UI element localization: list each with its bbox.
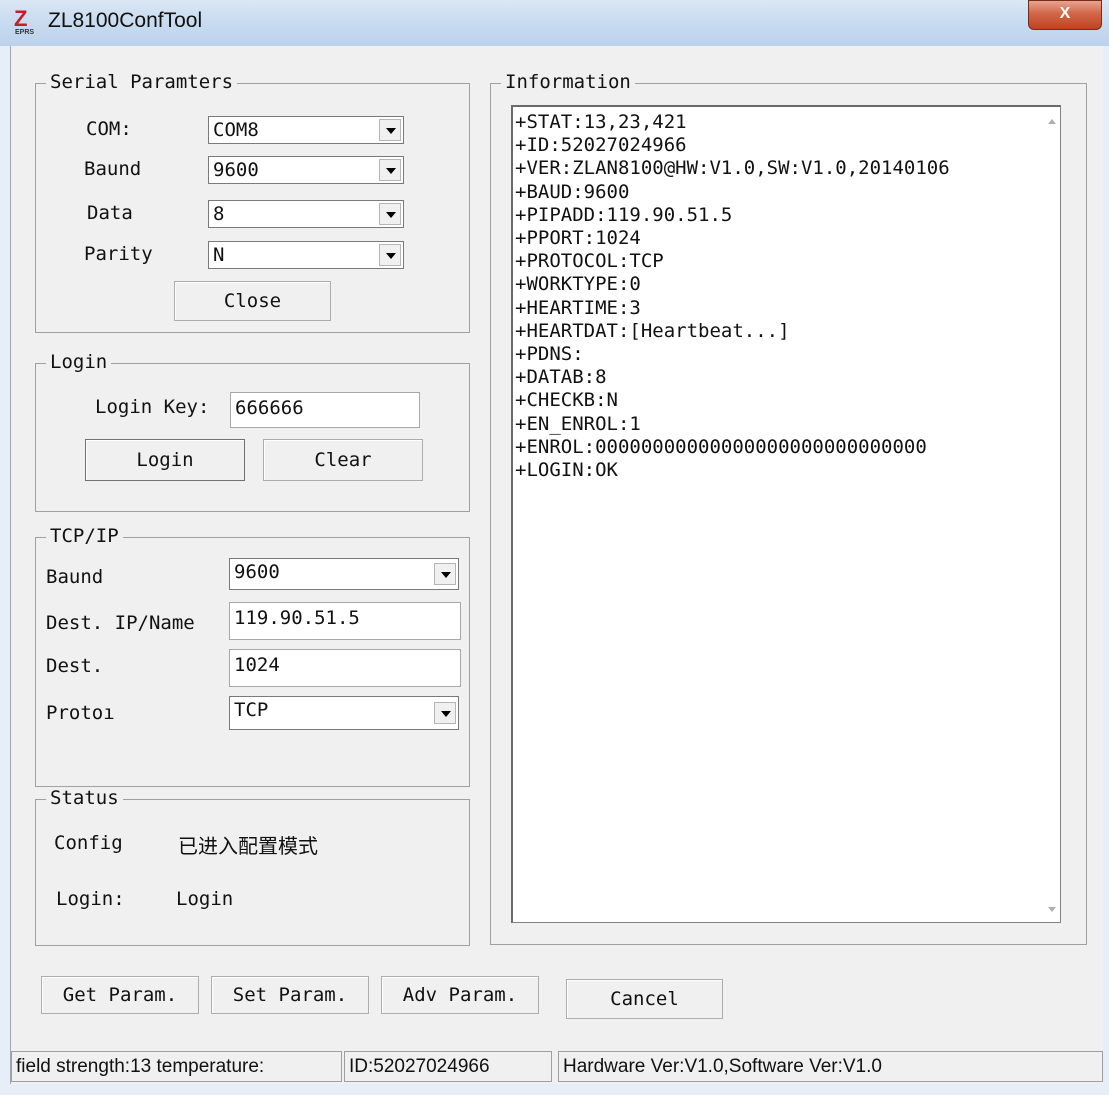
scroll-down-icon[interactable] xyxy=(1048,907,1056,912)
dest-ip-input[interactable]: 119.90.51.5 xyxy=(229,602,461,640)
chevron-down-icon[interactable] xyxy=(434,702,456,724)
protocol-label: Protoı xyxy=(46,702,115,724)
set-param-button[interactable]: Set Param. xyxy=(211,976,369,1014)
serial-baud-value: 9600 xyxy=(213,159,259,181)
info-line: +HEARTDAT:[Heartbeat...] xyxy=(515,319,790,342)
com-select[interactable]: COM8 xyxy=(208,116,404,144)
info-line: +WORKTYPE:0 xyxy=(515,273,641,296)
device-id-panel: ID:52027024966 xyxy=(344,1051,552,1082)
cancel-button[interactable]: Cancel xyxy=(566,979,723,1019)
tcp-baud-value: 9600 xyxy=(234,561,280,583)
login-key-input[interactable]: 666666 xyxy=(230,392,420,428)
protocol-select[interactable]: TCP xyxy=(229,696,459,730)
serial-baud-select[interactable]: 9600 xyxy=(208,156,404,184)
info-line: +DATAB:8 xyxy=(515,366,607,389)
window-title: ZL8100ConfTool xyxy=(48,9,203,32)
info-line: +VER:ZLAN8100@HW:V1.0,SW:V1.0,20140106 xyxy=(515,157,950,180)
dest-port-input[interactable]: 1024 xyxy=(229,649,461,687)
info-line: +BAUD:9600 xyxy=(515,180,630,203)
login-status-value: Login xyxy=(176,888,234,910)
info-line: +PROTOCOL:TCP xyxy=(515,250,664,273)
status-legend: Status xyxy=(46,787,123,809)
tcpip-group: TCP/IP Baund 9600 Dest. IP/Name 119.90.5… xyxy=(35,525,470,787)
status-bar: field strength:13 temperature: ID:520270… xyxy=(11,1049,1103,1084)
dest-port-label: Dest. xyxy=(46,655,104,677)
chevron-down-icon[interactable] xyxy=(379,203,401,225)
info-line: +CHECKB:N xyxy=(515,389,618,412)
chevron-down-icon[interactable] xyxy=(434,563,456,585)
config-status-value: 已进入配置模式 xyxy=(178,834,318,858)
login-legend: Login xyxy=(46,351,112,373)
get-param-button[interactable]: Get Param. xyxy=(41,976,199,1014)
serial-baud-label: Baund xyxy=(84,158,142,180)
serial-params-legend: Serial Paramters xyxy=(46,71,238,93)
parity-value: N xyxy=(213,244,225,266)
com-select-value: COM8 xyxy=(213,119,259,141)
close-port-button[interactable]: Close xyxy=(174,281,331,321)
serial-params-group: Serial Paramters COM: COM8 Baund 9600 Da… xyxy=(35,71,470,333)
parity-select[interactable]: N xyxy=(208,241,404,269)
login-group: Login Login Key: 666666 Login Clear xyxy=(35,351,470,512)
adv-param-button[interactable]: Adv Param. xyxy=(381,976,539,1014)
data-bits-label: Data xyxy=(87,202,133,224)
protocol-value: TCP xyxy=(234,699,269,721)
dest-port-value: 1024 xyxy=(234,654,280,676)
app-window: Z EPRS ZL8100ConfTool X Serial Paramters… xyxy=(0,0,1109,1095)
chevron-down-icon[interactable] xyxy=(379,119,401,141)
com-label: COM: xyxy=(86,118,132,140)
data-bits-select[interactable]: 8 xyxy=(208,200,404,228)
dest-ip-label: Dest. IP/Name xyxy=(46,612,195,634)
login-status-label: Login: xyxy=(56,888,125,910)
login-key-value: 666666 xyxy=(235,397,304,419)
tcp-baud-label: Baund xyxy=(46,566,104,588)
info-line: +ENROL:00000000000000000000000000000 xyxy=(515,435,927,458)
clear-button[interactable]: Clear xyxy=(263,439,423,481)
information-legend: Information xyxy=(501,71,635,93)
info-line: +PDNS: xyxy=(515,343,584,366)
info-scrollbar[interactable] xyxy=(1042,107,1060,922)
information-textarea[interactable]: +STAT:13,23,421 +ID:52027024966 +VER:ZLAN8… xyxy=(511,105,1061,923)
field-strength-panel: field strength:13 temperature: xyxy=(11,1051,342,1082)
app-logo-icon: Z EPRS xyxy=(14,6,35,36)
info-line: +HEARTIME:3 xyxy=(515,296,641,319)
chevron-down-icon[interactable] xyxy=(379,159,401,181)
tcpip-legend: TCP/IP xyxy=(46,525,123,547)
info-line: +ID:52027024966 xyxy=(515,134,687,157)
parity-label: Parity xyxy=(84,243,153,265)
data-bits-value: 8 xyxy=(213,203,225,225)
config-label: Config xyxy=(54,832,123,854)
status-group: Status Config 已进入配置模式 Login: Login xyxy=(35,787,470,946)
title-bar[interactable]: Z EPRS ZL8100ConfTool X xyxy=(0,0,1109,46)
version-panel: Hardware Ver:V1.0,Software Ver:V1.0 xyxy=(558,1051,1103,1082)
tcp-baud-select[interactable]: 9600 xyxy=(229,558,459,590)
information-log: +STAT:13,23,421 +ID:52027024966 +VER:ZLAN8… xyxy=(515,111,950,482)
login-button[interactable]: Login xyxy=(85,439,245,481)
chevron-down-icon[interactable] xyxy=(379,244,401,266)
scroll-up-icon[interactable] xyxy=(1048,119,1056,124)
info-line: +EN_ENROL:1 xyxy=(515,412,641,435)
dest-ip-value: 119.90.51.5 xyxy=(234,607,360,629)
info-line: +PIPADD:119.90.51.5 xyxy=(515,203,733,226)
info-line: +LOGIN:OK xyxy=(515,459,618,482)
info-line: +PPORT:1024 xyxy=(515,227,641,250)
login-key-label: Login Key: xyxy=(95,396,210,418)
client-area: Serial Paramters COM: COM8 Baund 9600 Da… xyxy=(10,46,1103,1084)
info-line: +STAT:13,23,421 xyxy=(515,111,687,133)
close-window-button[interactable]: X xyxy=(1028,0,1102,30)
